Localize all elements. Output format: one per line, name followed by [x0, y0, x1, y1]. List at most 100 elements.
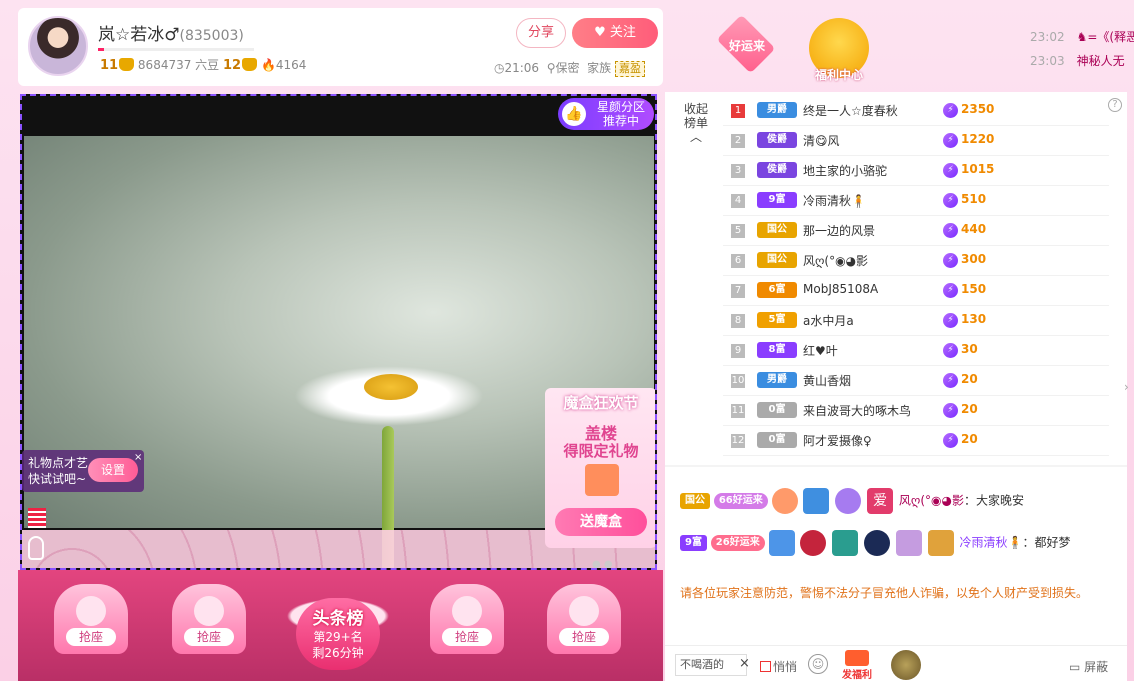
contribution-score: 150 — [961, 282, 987, 296]
beans-count: 8684737 六豆 — [137, 58, 220, 72]
seat-2[interactable]: 抢座 — [162, 584, 256, 668]
grab-seat-label: 抢座 — [442, 628, 492, 646]
seat-4[interactable]: 抢座 — [537, 584, 631, 668]
block-button[interactable]: ▭ 屏蔽 — [1069, 658, 1108, 675]
contribution-score: 20 — [961, 372, 978, 386]
help-icon[interactable]: ? — [1108, 98, 1122, 112]
top-message-time: 23:03 — [1030, 54, 1065, 68]
top-message: 23:02 ♞=《(释恶 — [1030, 28, 1134, 45]
recommend-badge[interactable]: 👍 星颜分区 推荐中 — [558, 98, 654, 130]
user-name[interactable]: 清😋风 — [803, 132, 840, 149]
user-name[interactable]: 地主家的小骆驼 — [803, 162, 887, 179]
gift-tip-settings-button[interactable]: 设置 — [88, 458, 138, 482]
lucky-badge-label[interactable]: 好运来 — [722, 37, 772, 54]
top-message-text: ♞=《(释恶 — [1076, 30, 1134, 44]
crown-medal-icon — [835, 488, 862, 514]
ranking-row[interactable]: 9 8富 红♥叶 ⚡ 30 — [723, 336, 1109, 366]
ranking-row[interactable]: 10 男爵 黄山香烟 ⚡ 20 — [723, 366, 1109, 396]
user-name[interactable]: 阿才爱摄像♀ — [803, 432, 872, 449]
ranking-row[interactable]: 7 6富 MobJ85108A ⚡ 150 — [723, 276, 1109, 306]
user-name[interactable]: 终是一人☆度春秋 — [803, 102, 898, 119]
user-name[interactable]: 来自波哥大的啄木鸟 — [803, 402, 911, 419]
collapse-ranking-button[interactable]: 收起 榜单 ︿ — [681, 102, 711, 144]
family-tag[interactable]: 嘉盈 — [615, 61, 646, 77]
star-medal-icon — [771, 488, 798, 514]
rank-badge: 侯爵 — [757, 132, 797, 148]
seal-medal-icon — [800, 530, 827, 556]
contribution-score: 30 — [961, 342, 978, 356]
send-magic-box-button[interactable]: 送魔盒 — [555, 508, 647, 536]
headline-ranking[interactable]: 头条榜 第29+名 剩26分钟 — [278, 576, 398, 676]
seat-1[interactable]: 抢座 — [44, 584, 138, 668]
user-name[interactable]: 黄山香烟 — [803, 372, 851, 389]
whisper-toggle[interactable]: 悄悄 — [760, 658, 797, 675]
seat-3[interactable]: 抢座 — [420, 584, 514, 668]
ranking-row[interactable]: 4 9富 冷雨清秋🧍 ⚡ 510 — [723, 186, 1109, 216]
user-name[interactable]: 冷雨清秋🧍 — [803, 192, 866, 209]
ranking-row[interactable]: 3 侯爵 地主家的小骆驼 ⚡ 1015 — [723, 156, 1109, 186]
bolt-icon: ⚡ — [943, 373, 958, 388]
chevron-right-icon[interactable]: › — [1124, 380, 1129, 394]
contribution-score: 300 — [961, 252, 987, 266]
diamond-medal-icon — [768, 530, 795, 556]
ranking-row[interactable]: 11 0富 来自波哥大的啄木鸟 ⚡ 20 — [723, 396, 1109, 426]
share-button[interactable]: 分享 — [516, 18, 566, 48]
crown-icon — [242, 58, 258, 71]
clear-input-icon[interactable]: × — [739, 656, 750, 671]
magic-box-ad[interactable]: 魔盒狂欢节 盖楼 得限定礼物 送魔盒 — [545, 388, 655, 548]
ranking-row[interactable]: 8 5富 a水中月a ⚡ 130 — [723, 306, 1109, 336]
rank-number: 3 — [731, 164, 745, 178]
medal-icon[interactable] — [891, 650, 921, 680]
contribution-score: 1015 — [961, 162, 995, 176]
gift-icon — [845, 650, 869, 666]
user-name[interactable]: 红♥叶 — [803, 342, 838, 359]
chat-nickname[interactable]: 冷雨清秋🧍 — [960, 536, 1023, 550]
chat-message: 国公 66好运来 爱 风ღ(°◉◕影：大家晚安 — [680, 488, 1110, 514]
anchor-avatar[interactable] — [28, 16, 88, 76]
chat-nickname[interactable]: 风ღ(°◉◕影 — [899, 494, 964, 508]
ranking-row[interactable]: 1 男爵 终是一人☆度春秋 ⚡ 2350 — [723, 96, 1109, 126]
chat-input[interactable]: 不喝酒的 — [675, 654, 747, 676]
grab-seat-label: 抢座 — [559, 628, 609, 646]
crown-icon — [119, 58, 135, 71]
bolt-icon: ⚡ — [943, 103, 958, 118]
microphone-icon[interactable] — [28, 536, 44, 560]
headline-time-left: 剩26分钟 — [312, 646, 364, 660]
rank-badge: 0富 — [757, 402, 797, 418]
anchor-meta: ◷21:06 ⚲保密 家族 嘉盈 — [494, 59, 646, 77]
headline-rank: 第29+名 — [313, 630, 363, 644]
contribution-score: 2350 — [961, 102, 995, 116]
rank-badge: 5富 — [757, 312, 797, 328]
close-icon[interactable]: × — [134, 450, 142, 466]
user-name[interactable]: MobJ85108A — [803, 282, 878, 296]
ranking-row[interactable]: 2 侯爵 清😋风 ⚡ 1220 — [723, 126, 1109, 156]
send-welfare-button[interactable]: 发福利 — [837, 650, 877, 681]
chat-message: 9富 26好运来 冷雨清秋🧍：都好梦 — [680, 530, 1110, 556]
follow-button[interactable]: ♥ 关注 — [572, 18, 658, 48]
chevron-up-icon: ︿ — [689, 130, 702, 144]
thumbs-up-icon: 👍 — [562, 102, 586, 126]
ad-pager[interactable]: ● ● — [592, 559, 613, 568]
grab-seat-label: 抢座 — [66, 628, 116, 646]
bolt-icon: ⚡ — [943, 283, 958, 298]
emerald-medal-icon — [832, 530, 859, 556]
avatar-medal-icon — [927, 530, 954, 556]
ranking-row[interactable]: 12 0富 阿才爱摄像♀ ⚡ 20 — [723, 426, 1109, 456]
hexagon-medal-icon — [803, 488, 830, 514]
block-icon: ▭ — [1069, 660, 1081, 674]
bolt-icon: ⚡ — [943, 433, 958, 448]
user-name[interactable]: 那一边的风景 — [803, 222, 875, 239]
rank-badge: 男爵 — [757, 102, 797, 118]
welfare-center-label[interactable]: 福利中心 — [802, 66, 876, 83]
emoji-icon[interactable]: ☺ — [808, 654, 828, 674]
user-name[interactable]: 风ღ(°◉◕影 — [803, 252, 868, 269]
video-player[interactable]: 👍 星颜分区 推荐中 魔盒狂欢节 盖楼 得限定礼物 送魔盒 礼物点才艺 快试试吧… — [20, 94, 657, 570]
anchor-name: 岚☆若冰♂(835003) — [98, 20, 244, 45]
contribution-score: 20 — [961, 432, 978, 446]
ranking-row[interactable]: 5 国公 那一边的风景 ⚡ 440 — [723, 216, 1109, 246]
ranking-row[interactable]: 6 国公 风ღ(°◉◕影 ⚡ 300 — [723, 246, 1109, 276]
grab-seat-label: 抢座 — [184, 628, 234, 646]
user-name[interactable]: a水中月a — [803, 312, 854, 329]
checkbox[interactable] — [760, 661, 771, 672]
signal-icon — [28, 508, 46, 528]
